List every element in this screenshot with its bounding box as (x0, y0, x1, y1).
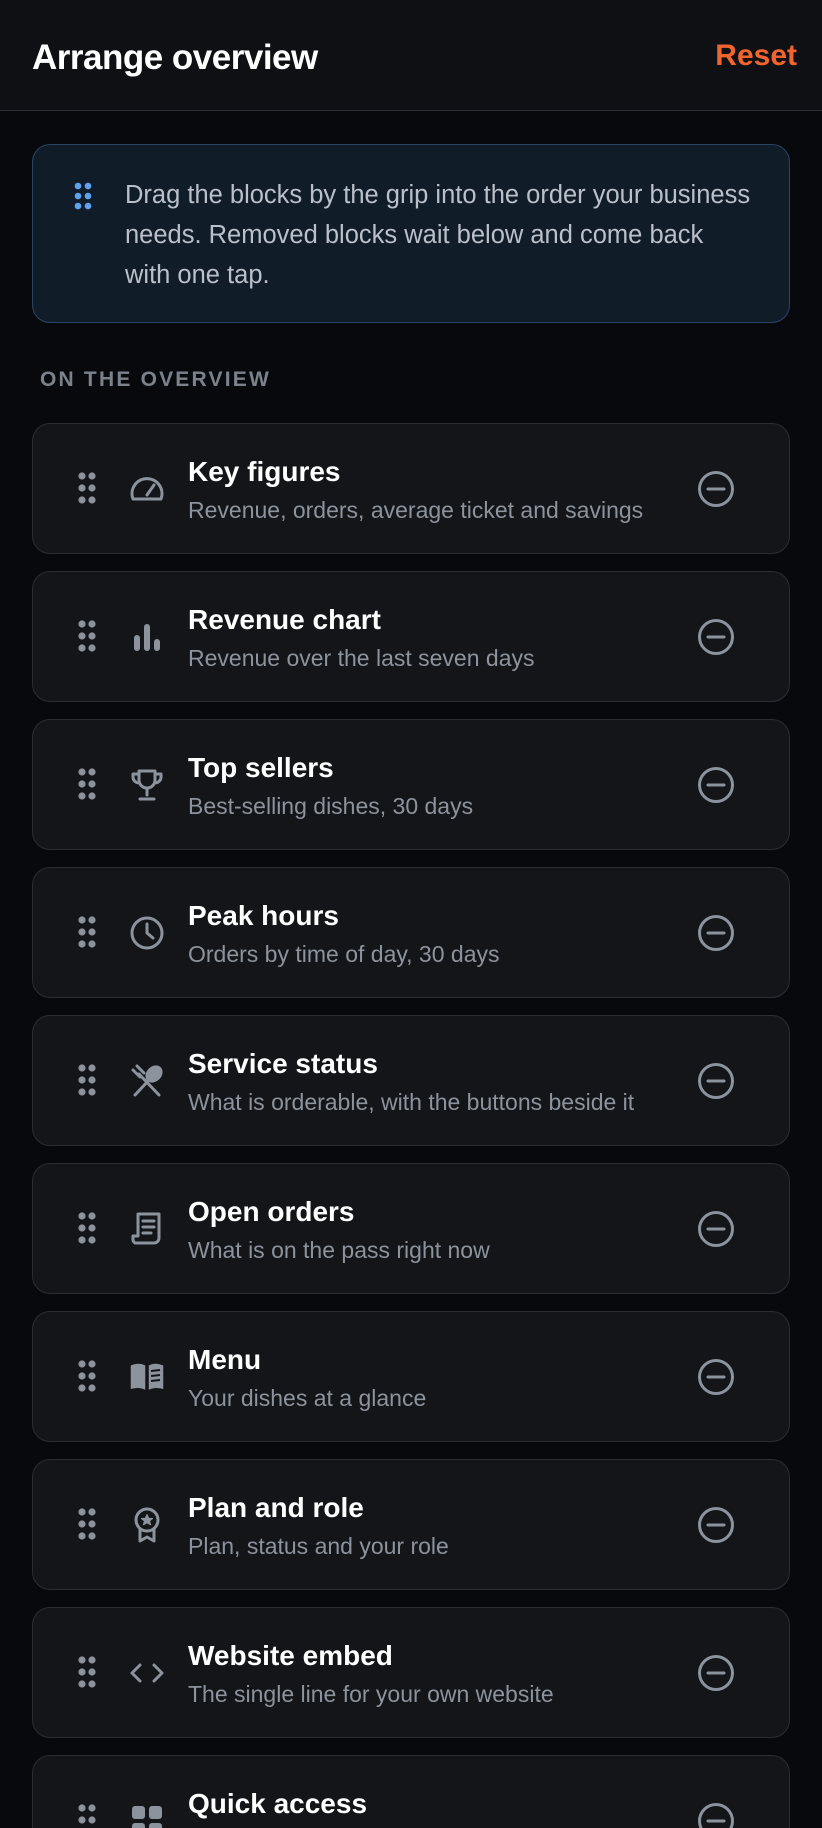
drag-handle-icon[interactable] (77, 1803, 97, 1828)
reset-button[interactable]: Reset (715, 34, 797, 78)
award-badge-icon (134, 1507, 160, 1543)
section-label: ON THE OVERVIEW (40, 368, 271, 391)
top-bar: Arrange overview Reset (0, 0, 822, 111)
code-icon (130, 1663, 164, 1683)
block-card[interactable]: Top sellers Best-selling dishes, 30 days (32, 719, 790, 850)
drag-handle-icon[interactable] (77, 1359, 97, 1393)
remove-circle-icon[interactable] (697, 1062, 735, 1100)
block-title: Peak hours (188, 900, 339, 931)
block-title: Revenue chart (188, 604, 381, 635)
utensils-icon (131, 1062, 166, 1097)
drag-handle-icon[interactable] (77, 471, 97, 505)
grid-icon (132, 1806, 162, 1828)
block-description: Revenue over the last seven days (188, 645, 535, 671)
block-card[interactable]: Menu Your dishes at a glance (32, 1311, 790, 1442)
block-description: The single line for your own website (188, 1681, 554, 1707)
grip-icon (74, 182, 92, 210)
block-title: Website embed (188, 1640, 393, 1671)
page-title: Arrange overview (32, 38, 318, 77)
block-description: Plan, status and your role (188, 1533, 449, 1559)
block-description: Your dishes at a glance (188, 1385, 427, 1411)
block-description: Orders by time of day, 30 days (188, 941, 500, 967)
remove-circle-icon[interactable] (697, 766, 735, 804)
block-title: Plan and role (188, 1492, 364, 1523)
block-description: What is orderable, with the buttons besi… (188, 1089, 635, 1115)
block-description: What is on the pass right now (188, 1237, 490, 1263)
drag-handle-icon[interactable] (77, 1507, 97, 1541)
drag-handle-icon[interactable] (77, 915, 97, 949)
block-card[interactable]: Peak hours Orders by time of day, 30 days (32, 867, 790, 998)
remove-circle-icon[interactable] (697, 1506, 735, 1544)
remove-circle-icon[interactable] (697, 1654, 735, 1692)
block-title: Key figures (188, 456, 341, 487)
remove-circle-icon[interactable] (697, 1802, 735, 1828)
block-card[interactable]: Plan and role Plan, status and your role (32, 1459, 790, 1590)
drag-handle-icon[interactable] (77, 1063, 97, 1097)
block-card[interactable]: Website embed The single line for your ow… (32, 1607, 790, 1738)
drag-handle-icon[interactable] (77, 767, 97, 801)
block-title: Top sellers (188, 752, 334, 783)
remove-circle-icon[interactable] (697, 618, 735, 656)
remove-circle-icon[interactable] (697, 1210, 735, 1248)
info-banner: Drag the blocks by the grip into the ord… (32, 144, 790, 323)
block-title: Service status (188, 1048, 378, 1079)
drag-handle-icon[interactable] (77, 1211, 97, 1245)
remove-circle-icon[interactable] (697, 914, 735, 952)
drag-handle-icon[interactable] (77, 619, 97, 653)
block-card[interactable]: Revenue chart Revenue over the last seven… (32, 571, 790, 702)
drag-handle-icon[interactable] (77, 1655, 97, 1689)
info-text: Drag the blocks by the grip into the ord… (125, 181, 751, 289)
block-title: Quick access (188, 1788, 368, 1819)
block-description: Revenue, orders, average ticket and savi… (188, 497, 644, 523)
clock-icon (130, 916, 164, 950)
block-title: Open orders (188, 1196, 355, 1227)
remove-circle-icon[interactable] (697, 470, 735, 508)
block-description: Best-selling dishes, 30 days (188, 793, 474, 819)
receipt-icon (131, 1212, 161, 1245)
block-card[interactable]: Service status What is orderable, with th… (32, 1015, 790, 1146)
book-open-icon (129, 1362, 165, 1392)
remove-circle-icon[interactable] (697, 1358, 735, 1396)
block-card[interactable]: Quick access (32, 1755, 790, 1828)
block-card[interactable]: Open orders What is on the pass right now (32, 1163, 790, 1294)
bar-chart-icon (134, 624, 160, 651)
gauge-icon (130, 477, 164, 501)
block-title: Menu (188, 1344, 262, 1375)
trophy-icon (131, 769, 163, 801)
block-card[interactable]: Key figures Revenue, orders, average tick… (32, 423, 790, 554)
